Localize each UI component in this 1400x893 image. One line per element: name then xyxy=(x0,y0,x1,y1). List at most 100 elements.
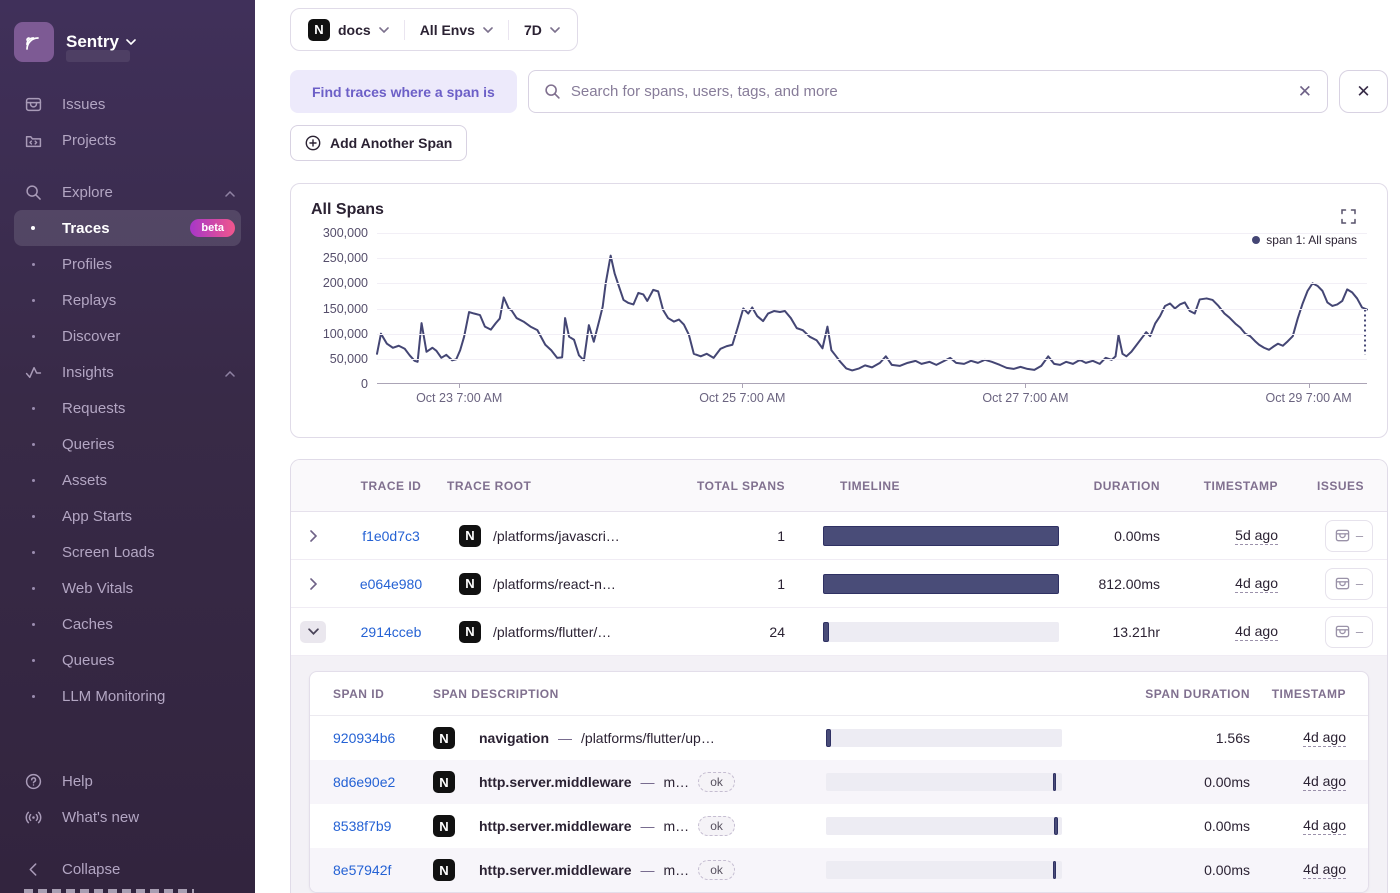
sidebar-section-label: Explore xyxy=(62,183,113,201)
sidebar-item-discover[interactable]: Discover xyxy=(14,318,241,354)
sidebar-item-replays[interactable]: Replays xyxy=(14,282,241,318)
timestamp-value[interactable]: 4d ago xyxy=(1235,574,1278,593)
bullet-icon xyxy=(20,514,46,518)
sidebar-item-queries[interactable]: Queries xyxy=(14,426,241,462)
span-id-link[interactable]: 920934b6 xyxy=(333,730,433,746)
sidebar-item-screen-loads[interactable]: Screen Loads xyxy=(14,534,241,570)
x-axis-tick xyxy=(1025,384,1027,388)
table-row-expanded[interactable]: 2914cceb N /platforms/flutter/… 24 13.21… xyxy=(291,608,1387,656)
span-id-link[interactable]: 8538f7b9 xyxy=(333,818,433,834)
main-content: N docs All Envs 7D Find traces where a s… xyxy=(255,0,1400,893)
timestamp-value[interactable]: 4d ago xyxy=(1303,861,1346,879)
expand-row-icon[interactable] xyxy=(291,577,335,590)
project-selector[interactable]: N docs xyxy=(293,18,404,41)
timestamp-value[interactable]: 4d ago xyxy=(1303,817,1346,835)
app-root: Sentry Issues Projects Explore Traces be… xyxy=(0,0,1400,893)
span-row[interactable]: 8d6e90e2 N http.server.middleware — m… o… xyxy=(310,760,1368,804)
trace-id-link[interactable]: 2914cceb xyxy=(335,624,447,640)
all-spans-chart-panel: All Spans span 1: All spans 300,000 250,0… xyxy=(290,183,1388,438)
sidebar-section-insights[interactable]: Insights xyxy=(14,354,241,390)
span-id-link[interactable]: 8e57942f xyxy=(333,862,433,878)
remove-span-filter-button[interactable]: ✕ xyxy=(1339,70,1388,113)
separator: — xyxy=(558,730,573,746)
span-search-box[interactable]: ✕ xyxy=(527,70,1328,113)
project-selector-label: docs xyxy=(338,21,371,38)
span-row[interactable]: 920934b6 N navigation — /platforms/flutt… xyxy=(310,716,1368,760)
timeline-bar xyxy=(826,729,831,747)
table-row[interactable]: f1e0d7c3 N /platforms/javascri… 1 0.00ms… xyxy=(291,512,1387,560)
find-traces-pill: Find traces where a span is xyxy=(290,70,517,113)
collapse-row-button[interactable] xyxy=(300,620,326,643)
sidebar-item-app-starts[interactable]: App Starts xyxy=(14,498,241,534)
issues-button[interactable]: – xyxy=(1325,615,1373,648)
chevron-down-icon xyxy=(483,26,493,33)
span-table-header: SPAN ID SPAN DESCRIPTION SPAN DURATION T… xyxy=(310,672,1368,716)
timestamp-value[interactable]: 4d ago xyxy=(1303,773,1346,791)
span-search-input[interactable] xyxy=(570,83,1288,100)
trace-id-link[interactable]: e064e980 xyxy=(335,576,447,592)
sidebar-section-label: Insights xyxy=(62,363,114,381)
sidebar-item-issues[interactable]: Issues xyxy=(14,86,241,122)
total-spans-value: 1 xyxy=(777,575,785,592)
chevron-up-icon xyxy=(225,364,235,381)
sidebar-item-label: Queues xyxy=(62,651,115,669)
timeline-bar xyxy=(823,573,1059,594)
span-id-link[interactable]: 8d6e90e2 xyxy=(333,774,433,790)
sidebar-item-help[interactable]: Help xyxy=(14,763,241,799)
sidebar-item-label: What's new xyxy=(62,808,140,826)
sidebar-item-llm-monitoring[interactable]: LLM Monitoring xyxy=(14,678,241,714)
search-icon xyxy=(545,84,560,99)
nextjs-platform-icon: N xyxy=(433,727,455,749)
sidebar-item-requests[interactable]: Requests xyxy=(14,390,241,426)
duration-value: 0.00ms xyxy=(1114,527,1160,544)
status-badge: ok xyxy=(698,860,735,880)
sidebar-item-web-vitals[interactable]: Web Vitals xyxy=(14,570,241,606)
beta-badge: beta xyxy=(190,219,235,237)
span-op: http.server.middleware xyxy=(479,862,632,878)
sidebar: Sentry Issues Projects Explore Traces be… xyxy=(0,0,255,893)
timestamp-value[interactable]: 4d ago xyxy=(1235,622,1278,641)
issues-button[interactable]: – xyxy=(1325,567,1373,600)
chart-plot[interactable] xyxy=(377,233,1367,384)
sidebar-item-assets[interactable]: Assets xyxy=(14,462,241,498)
span-row[interactable]: 8e57942f N http.server.middleware — m… o… xyxy=(310,848,1368,892)
span-row[interactable]: 8538f7b9 N http.server.middleware — m… o… xyxy=(310,804,1368,848)
timestamp-value[interactable]: 4d ago xyxy=(1303,729,1346,747)
sidebar-item-projects[interactable]: Projects xyxy=(14,122,241,158)
clipped-bottom-label xyxy=(24,889,194,893)
col-span-description: SPAN DESCRIPTION xyxy=(433,686,559,701)
date-range-selector[interactable]: 7D xyxy=(509,22,575,38)
search-icon xyxy=(20,184,46,201)
span-op: http.server.middleware xyxy=(479,774,632,790)
sidebar-item-label: Projects xyxy=(62,131,117,149)
environment-selector-label: All Envs xyxy=(419,21,475,38)
issues-button[interactable]: – xyxy=(1325,519,1373,552)
issues-icon xyxy=(20,96,46,113)
broadcast-icon xyxy=(20,809,46,826)
table-row[interactable]: e064e980 N /platforms/react-n… 1 812.00m… xyxy=(291,560,1387,608)
sidebar-item-traces[interactable]: Traces beta xyxy=(14,210,241,246)
expand-chart-icon[interactable] xyxy=(1341,209,1356,229)
timeline-track xyxy=(826,861,1062,879)
add-another-span-button[interactable]: Add Another Span xyxy=(290,125,468,161)
chart-area: 300,000 250,000 200,000 150,000 100,000 50,00… xyxy=(311,226,1367,391)
sidebar-item-whats-new[interactable]: What's new xyxy=(14,799,241,835)
timestamp-value[interactable]: 5d ago xyxy=(1235,526,1278,545)
expand-row-icon[interactable] xyxy=(291,529,335,542)
sidebar-item-queues[interactable]: Queues xyxy=(14,642,241,678)
sidebar-item-label: App Starts xyxy=(62,507,133,525)
timeline-bar xyxy=(823,621,830,642)
span-duration-value: 0.00ms xyxy=(1204,862,1250,878)
sidebar-section-explore[interactable]: Explore xyxy=(14,174,241,210)
duration-value: 812.00ms xyxy=(1098,575,1160,592)
bullet-icon xyxy=(20,262,46,266)
sidebar-collapse-button[interactable]: Collapse xyxy=(14,851,241,887)
help-icon xyxy=(20,773,46,790)
environment-selector[interactable]: All Envs xyxy=(405,22,508,38)
y-axis-tick-label: 100,000 xyxy=(322,326,368,341)
sidebar-item-caches[interactable]: Caches xyxy=(14,606,241,642)
series-line xyxy=(377,256,1367,371)
clear-search-icon[interactable]: ✕ xyxy=(1298,83,1312,100)
trace-id-link[interactable]: f1e0d7c3 xyxy=(335,528,447,544)
sidebar-item-profiles[interactable]: Profiles xyxy=(14,246,241,282)
